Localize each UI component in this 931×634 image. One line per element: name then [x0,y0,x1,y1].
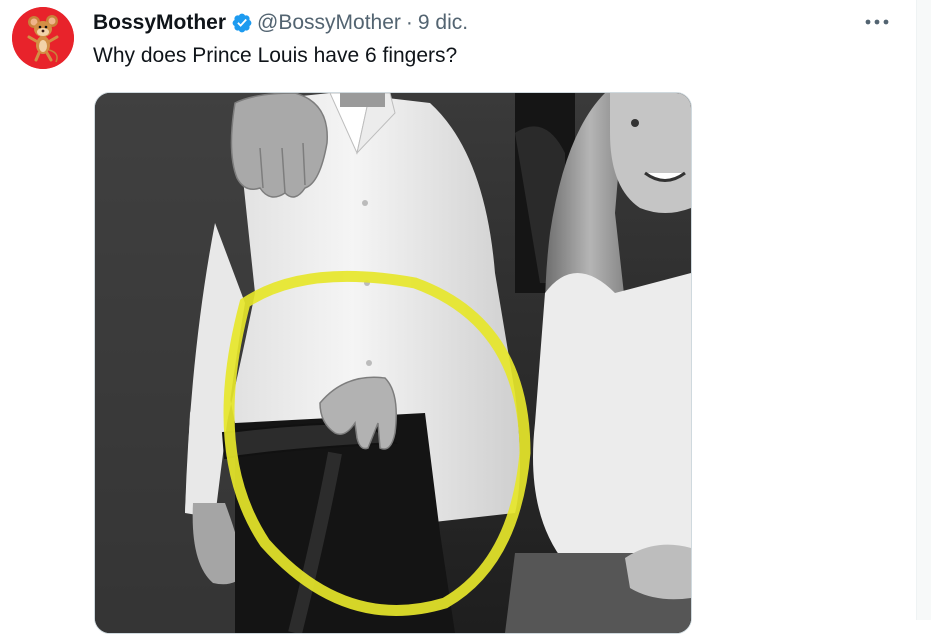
timeline-edge [916,0,931,620]
tweet-header: BossyMother @BossyMother · 9 dic. [93,8,468,38]
tweet-text: Why does Prince Louis have 6 fingers? [93,44,458,67]
avatar-image [12,7,74,69]
separator-dot: · [405,11,413,34]
photo-illustration [95,93,691,633]
tweet-date[interactable]: 9 dic. [418,11,468,35]
more-options-button[interactable] [862,10,892,34]
display-name[interactable]: BossyMother [93,11,226,35]
handle[interactable]: @BossyMother [257,11,401,35]
verified-badge-icon [232,13,252,33]
tweet-photo[interactable] [94,92,692,634]
more-options-icon [865,19,889,25]
avatar[interactable] [12,7,74,69]
